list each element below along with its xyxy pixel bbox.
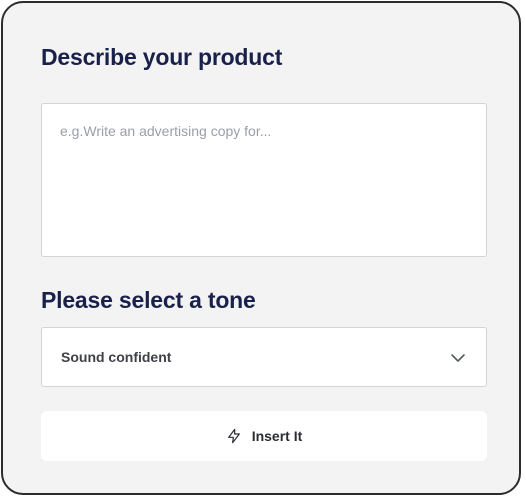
insert-it-button[interactable]: Insert It — [41, 411, 487, 461]
product-form-card: Describe your product Please select a to… — [1, 1, 521, 495]
chevron-down-icon[interactable] — [450, 350, 466, 366]
select-tone-heading: Please select a tone — [41, 287, 256, 313]
tone-select[interactable]: Sound confident — [41, 327, 487, 387]
lightning-icon — [226, 428, 242, 444]
product-description-field[interactable] — [41, 103, 487, 257]
product-description-input[interactable] — [42, 104, 486, 256]
describe-product-heading: Describe your product — [41, 44, 283, 70]
insert-it-label: Insert It — [251, 428, 303, 444]
tone-select-value: Sound confident — [61, 349, 172, 365]
